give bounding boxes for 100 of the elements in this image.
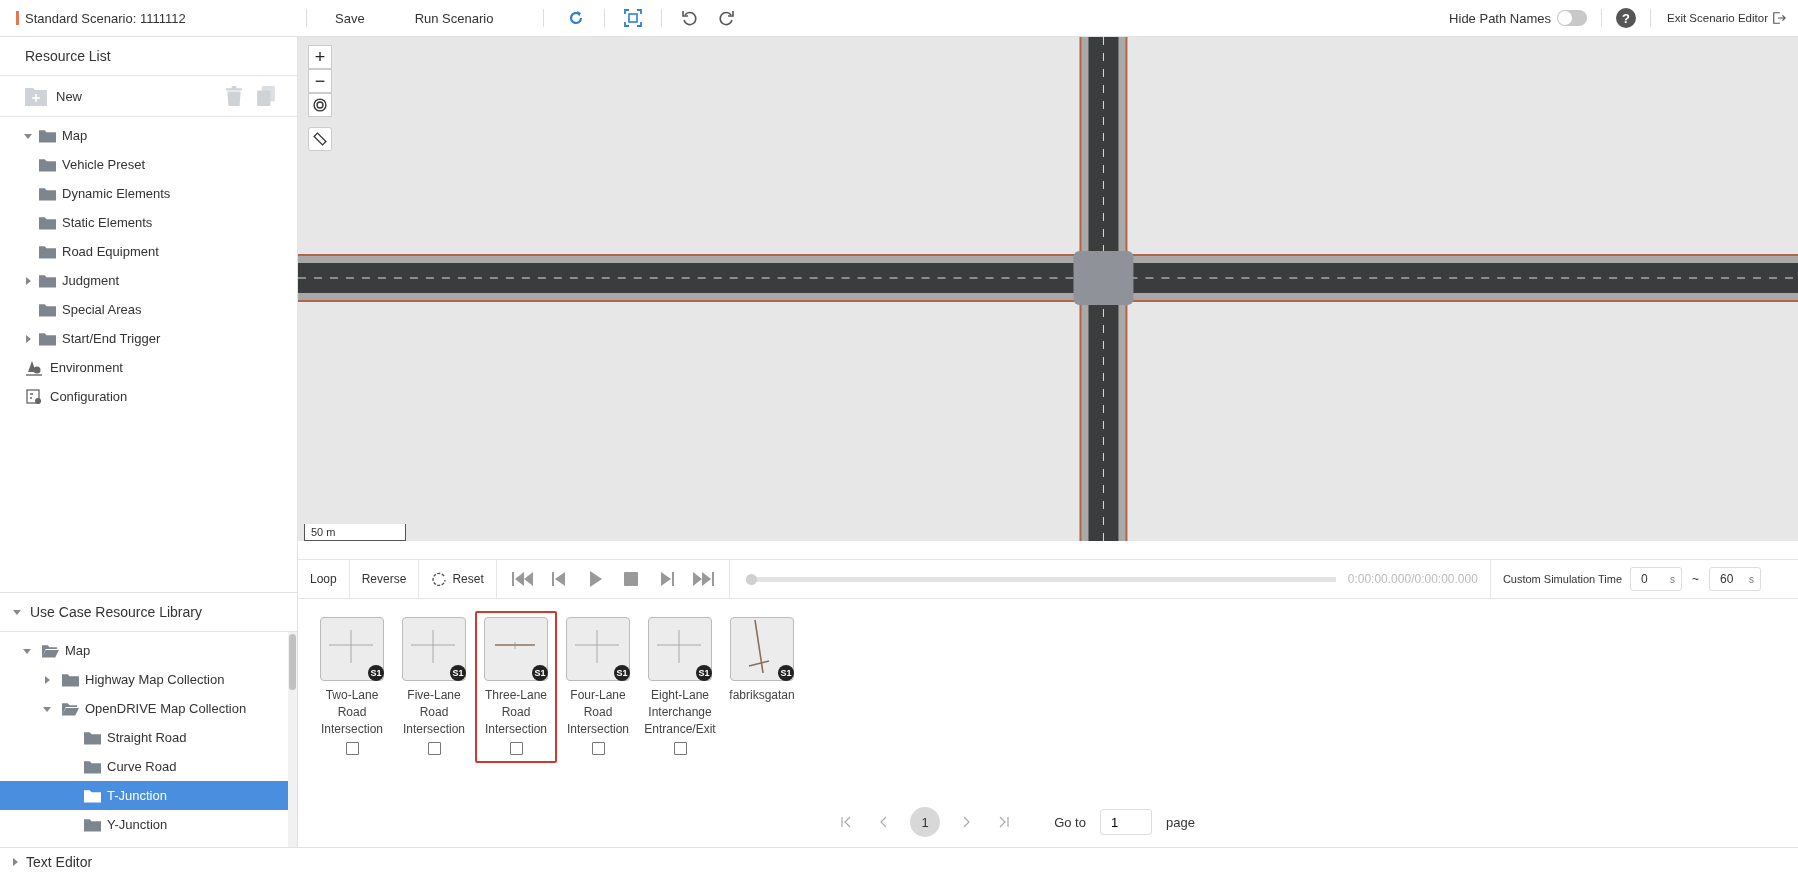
- skip-end-icon[interactable]: [690, 571, 715, 587]
- map-card[interactable]: S1 Five-Lane Road Intersection: [393, 611, 475, 763]
- page-button[interactable]: 1: [910, 807, 941, 837]
- version-badge: S1: [532, 665, 548, 681]
- caret-icon[interactable]: [10, 856, 20, 867]
- scenario-title: Standard Scenario: 1111112: [25, 10, 186, 26]
- folder-icon: [84, 788, 101, 803]
- tree-item[interactable]: Judgment: [62, 273, 120, 288]
- goto-label: Go to: [1054, 814, 1086, 830]
- scrollbar[interactable]: [288, 632, 297, 847]
- tree-icon: [26, 359, 42, 376]
- tree-item[interactable]: Map: [62, 128, 88, 143]
- last-page-icon[interactable]: [998, 816, 1011, 828]
- road-drawing: [329, 630, 373, 663]
- toolbar-button[interactable]: Run Scenario: [400, 6, 508, 30]
- folder-icon: [39, 186, 56, 201]
- skip-start-icon[interactable]: [510, 571, 535, 587]
- version-badge: S1: [614, 665, 630, 681]
- end-time-field[interactable]: 60 s: [1709, 567, 1762, 591]
- map-name: Three-Lane Road Intersection: [483, 687, 548, 738]
- checkbox[interactable]: [673, 742, 687, 755]
- caret-icon[interactable]: [23, 275, 33, 286]
- caret-icon[interactable]: [23, 333, 33, 344]
- version-badge: S1: [696, 665, 712, 681]
- page-label: page: [1165, 814, 1195, 830]
- help-button[interactable]: ?: [1616, 8, 1636, 28]
- folder-icon: [42, 643, 59, 658]
- exit-icon: [1772, 11, 1786, 25]
- folder-icon: [62, 672, 79, 687]
- folder-icon: [39, 273, 56, 288]
- panel-header: Resource List: [0, 37, 297, 76]
- folder-icon: [84, 730, 101, 745]
- checkbox[interactable]: [591, 742, 605, 755]
- text-editor-header[interactable]: Text Editor: [26, 853, 93, 870]
- tree-item[interactable]: Start/End Trigger: [62, 331, 161, 346]
- folder-icon: [62, 701, 79, 716]
- folder-icon: [39, 215, 56, 230]
- map-name: Eight-Lane Interchange Entrance/Exit: [643, 687, 717, 738]
- toggle-label: Hide Path Names: [1449, 10, 1551, 26]
- tree-item[interactable]: Road Equipment: [62, 244, 159, 259]
- tree-item[interactable]: Special Areas: [62, 302, 142, 317]
- road-drawing: [575, 630, 619, 663]
- loop-button[interactable]: Loop: [298, 560, 350, 598]
- checkbox[interactable]: [427, 742, 441, 755]
- road-drawing: [411, 630, 455, 663]
- page-input[interactable]: 1: [1099, 809, 1152, 835]
- folder-icon: [84, 817, 101, 832]
- map-card[interactable]: S1 Two-Lane Road Intersection: [311, 611, 393, 763]
- tree-item[interactable]: Configuration: [50, 389, 128, 404]
- tree-item[interactable]: Highway Map Collection: [0, 665, 288, 694]
- map-card[interactable]: S1 Three-Lane Road Intersection: [475, 611, 557, 763]
- map-name: fabriksgatan: [728, 687, 796, 704]
- map-card[interactable]: S1 fabriksgatan: [721, 611, 803, 712]
- folder-icon: [39, 157, 56, 172]
- tree-item[interactable]: Vehicle Preset: [62, 157, 146, 172]
- time-readout: 0:00:00.000/0:00:00.000: [1347, 572, 1478, 586]
- zoom-in-button[interactable]: +: [308, 45, 332, 69]
- checkbox[interactable]: [345, 742, 359, 755]
- ruler-icon[interactable]: [308, 127, 332, 151]
- settings-icon: [26, 388, 42, 405]
- reverse-button[interactable]: Reverse: [349, 560, 420, 598]
- caret-icon[interactable]: [42, 674, 52, 685]
- tree-item[interactable]: Environment: [50, 360, 123, 375]
- map-name: Four-Lane Road Intersection: [565, 687, 630, 738]
- tree-item[interactable]: Static Elements: [62, 215, 153, 230]
- reset-button[interactable]: Reset: [419, 560, 497, 598]
- tree-item[interactable]: Straight Road: [0, 723, 288, 752]
- folder-icon: [39, 128, 56, 143]
- map-name: Five-Lane Road Intersection: [401, 687, 466, 738]
- version-badge: S1: [778, 665, 794, 681]
- tree-item[interactable]: Map: [0, 636, 288, 665]
- scale-bar: 50 m: [304, 524, 406, 541]
- toolbar-button[interactable]: Save: [321, 6, 379, 30]
- folder-plus-icon: [25, 86, 47, 106]
- tree-item[interactable]: Curve Road: [0, 752, 288, 781]
- tree-item[interactable]: Y-Junction: [0, 810, 288, 839]
- road-drawing: [495, 641, 535, 650]
- start-time-field[interactable]: 0 s: [1630, 567, 1683, 591]
- folder-icon: [39, 244, 56, 259]
- tree-item[interactable]: OpenDRIVE Map Collection: [0, 694, 288, 723]
- exit-button[interactable]: Exit Scenario Editor: [1665, 9, 1788, 27]
- folder-icon: [84, 759, 101, 774]
- map-card[interactable]: S1 Four-Lane Road Intersection: [557, 611, 639, 763]
- map-card[interactable]: S1 Eight-Lane Interchange Entrance/Exit: [639, 611, 721, 763]
- folder-icon: [39, 302, 56, 317]
- scan-icon[interactable]: [623, 8, 644, 28]
- range-separator: ~: [1692, 572, 1700, 586]
- zoom-out-button[interactable]: −: [308, 69, 332, 93]
- checkbox[interactable]: [509, 742, 523, 755]
- reset-icon: [431, 571, 448, 587]
- caret-icon[interactable]: [12, 607, 22, 617]
- version-badge: S1: [368, 665, 384, 681]
- first-page-icon[interactable]: [840, 816, 853, 828]
- target-icon[interactable]: [308, 93, 332, 117]
- tree-item[interactable]: Dynamic Elements: [62, 186, 171, 201]
- toggle-switch[interactable]: [1557, 10, 1587, 26]
- panel-header[interactable]: Use Case Resource Library: [30, 604, 202, 620]
- version-badge: S1: [450, 665, 466, 681]
- new-button[interactable]: New: [25, 84, 82, 108]
- road-drawing: [657, 630, 701, 663]
